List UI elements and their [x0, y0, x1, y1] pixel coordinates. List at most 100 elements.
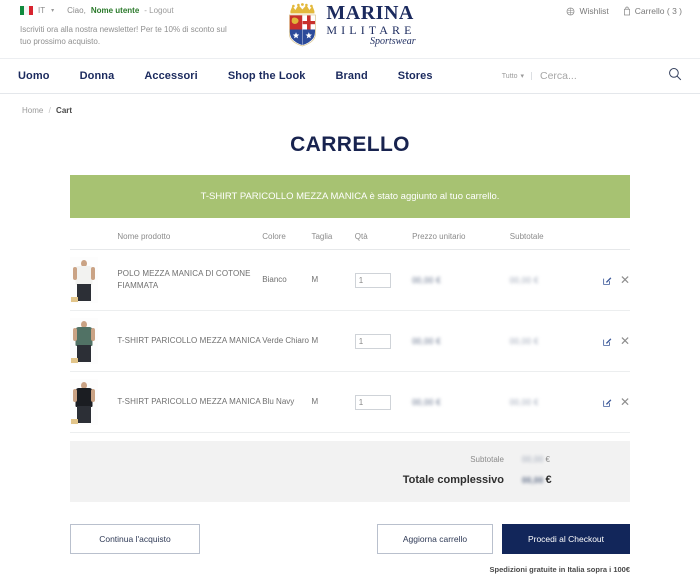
- product-qty-cell: [354, 371, 413, 433]
- product-thumbnail-cell[interactable]: [70, 249, 118, 311]
- header-color: Colore: [262, 224, 312, 250]
- product-name[interactable]: T-SHIRT PARICOLLO MEZZA MANICA: [117, 310, 263, 372]
- nav-item-donna[interactable]: Donna: [80, 70, 115, 82]
- nav-item-stores[interactable]: Stores: [398, 70, 433, 82]
- remove-icon[interactable]: ✕: [620, 396, 630, 408]
- header-qty: Qtà: [354, 224, 413, 250]
- cart-container: T-SHIRT PARICOLLO MEZZA MANICA è stato a…: [70, 175, 630, 574]
- nav-item-shop-the-look[interactable]: Shop the Look: [228, 70, 306, 82]
- continue-shopping-button[interactable]: Continua l'acquisto: [70, 524, 200, 554]
- grand-total-label: Totale complessivo: [402, 474, 504, 486]
- breadcrumb: Home / Cart: [0, 94, 700, 115]
- grand-total-row: Totale complessivo 00,00 €: [70, 474, 630, 486]
- topbar-left: IT ▾ Ciao, Nome utente - Logout Iscrivit…: [20, 6, 290, 49]
- chevron-down-icon[interactable]: ▾: [51, 7, 54, 14]
- unit-price-value: 00,00 €: [412, 336, 441, 346]
- subtotal-value: 00,00 €: [509, 397, 539, 407]
- remove-icon[interactable]: ✕: [620, 274, 630, 286]
- nav-item-brand[interactable]: Brand: [336, 70, 368, 82]
- page-title: CARRELLO: [290, 133, 410, 156]
- cart-success-alert: T-SHIRT PARICOLLO MEZZA MANICA è stato a…: [70, 175, 630, 218]
- table-row: T-SHIRT PARICOLLO MEZZA MANICA Verde Chi…: [70, 310, 630, 372]
- cart-actions: Continua l'acquisto Aggiorna carrello Pr…: [70, 524, 630, 574]
- header-subtotal: Subtotale: [509, 224, 589, 250]
- search-scope-dropdown[interactable]: Tutto ▾: [502, 72, 532, 80]
- cart-totals: Subtotale 00,00 € Totale complessivo 00,0…: [70, 441, 630, 502]
- table-row: T-SHIRT PARICOLLO MEZZA MANICA Blu Navy …: [70, 371, 630, 433]
- product-thumbnail-cell[interactable]: [70, 371, 118, 433]
- username-label: Nome utente: [90, 6, 140, 15]
- subtotal-value: 00,00 €: [509, 275, 539, 285]
- logo-wordmark: MARINA MILITARE Sportswear: [326, 3, 415, 47]
- remove-icon[interactable]: ✕: [620, 335, 630, 347]
- subtotal-amount: 00,00 €: [522, 455, 608, 464]
- product-name[interactable]: T-SHIRT PARICOLLO MEZZA MANICA: [117, 371, 263, 433]
- newsletter-message: Iscriviti ora alla nostra newsletter! Pe…: [20, 25, 227, 47]
- cart-table-header-row: Nome prodotto Colore Taglia Qtà Prezzo u…: [70, 224, 630, 250]
- right-actions: Aggiorna carrello Procedi al Checkout Sp…: [377, 524, 630, 574]
- product-size: M: [311, 310, 355, 372]
- language-code[interactable]: IT: [38, 6, 45, 15]
- chevron-down-icon: ▾: [520, 73, 524, 80]
- subtotal-row: Subtotale 00,00 €: [70, 455, 630, 464]
- edit-icon[interactable]: [603, 398, 612, 407]
- cart-label: Carrello ( 3 ): [634, 6, 682, 16]
- breadcrumb-current: Cart: [56, 106, 73, 115]
- grand-total-amount-value: 00,00: [522, 476, 544, 485]
- topbar-right: Wishlist Carrello ( 3 ): [566, 6, 682, 16]
- row-actions: ✕: [588, 310, 630, 372]
- product-subtotal: 00,00 €: [509, 249, 589, 311]
- product-unit-price: 00,00 €: [412, 249, 510, 311]
- unit-price-value: 00,00 €: [412, 397, 441, 407]
- breadcrumb-home[interactable]: Home: [22, 106, 43, 115]
- product-thumbnail: [70, 318, 98, 364]
- table-row: POLO MEZZA MANICA DI COTONE FIAMMATA Bia…: [70, 249, 630, 311]
- currency-symbol: €: [545, 455, 550, 464]
- product-thumbnail: [70, 257, 98, 303]
- site-logo[interactable]: MARINA MILITARE Sportswear: [284, 2, 416, 48]
- product-qty-cell: [354, 310, 413, 372]
- header-actions: [588, 224, 630, 250]
- header-name: Nome prodotto: [117, 224, 263, 250]
- edit-icon[interactable]: [603, 337, 612, 346]
- update-cart-button[interactable]: Aggiorna carrello: [377, 524, 493, 554]
- grand-total-amount: 00,00 €: [522, 474, 608, 486]
- search-scope-label: Tutto: [501, 72, 518, 80]
- quantity-input[interactable]: [354, 394, 391, 410]
- product-thumbnail-cell[interactable]: [70, 310, 118, 372]
- marina-militare-crest-icon: [284, 2, 320, 48]
- product-color: Blu Navy: [262, 371, 312, 433]
- logo-line-sportswear: Sportswear: [370, 36, 416, 47]
- quantity-input[interactable]: [354, 272, 391, 288]
- checkout-button[interactable]: Procedi al Checkout: [502, 524, 630, 554]
- product-thumbnail: [70, 379, 98, 425]
- nav-links: Uomo Donna Accessori Shop the Look Brand…: [18, 70, 433, 82]
- logout-link[interactable]: - Logout: [144, 6, 173, 15]
- nav-item-uomo[interactable]: Uomo: [18, 70, 50, 82]
- logo-line-marina: MARINA: [326, 2, 414, 24]
- row-actions: ✕: [588, 371, 630, 433]
- utility-row: IT ▾ Ciao, Nome utente - Logout: [20, 6, 290, 15]
- search-icon[interactable]: [668, 67, 682, 86]
- main-navigation: Uomo Donna Accessori Shop the Look Brand…: [0, 58, 700, 94]
- product-color: Verde Chiaro: [262, 310, 312, 372]
- product-name[interactable]: POLO MEZZA MANICA DI COTONE FIAMMATA: [117, 249, 263, 311]
- wishlist-link[interactable]: Wishlist: [566, 6, 609, 16]
- breadcrumb-separator: /: [48, 106, 51, 115]
- product-qty-cell: [354, 249, 413, 311]
- nav-item-accessori[interactable]: Accessori: [144, 70, 198, 82]
- product-subtotal: 00,00 €: [509, 310, 589, 372]
- row-actions: ✕: [588, 249, 630, 311]
- wishlist-label: Wishlist: [579, 6, 609, 16]
- product-unit-price: 00,00 €: [412, 371, 510, 433]
- search-input[interactable]: [540, 70, 640, 82]
- search-area: Tutto ▾: [502, 67, 682, 86]
- header-size: Taglia: [311, 224, 355, 250]
- header-image: [70, 224, 118, 250]
- product-color: Bianco: [262, 249, 312, 311]
- product-unit-price: 00,00 €: [412, 310, 510, 372]
- cart-link[interactable]: Carrello ( 3 ): [623, 6, 682, 16]
- edit-icon[interactable]: [603, 276, 612, 285]
- quantity-input[interactable]: [354, 333, 391, 349]
- unit-price-value: 00,00 €: [412, 275, 441, 285]
